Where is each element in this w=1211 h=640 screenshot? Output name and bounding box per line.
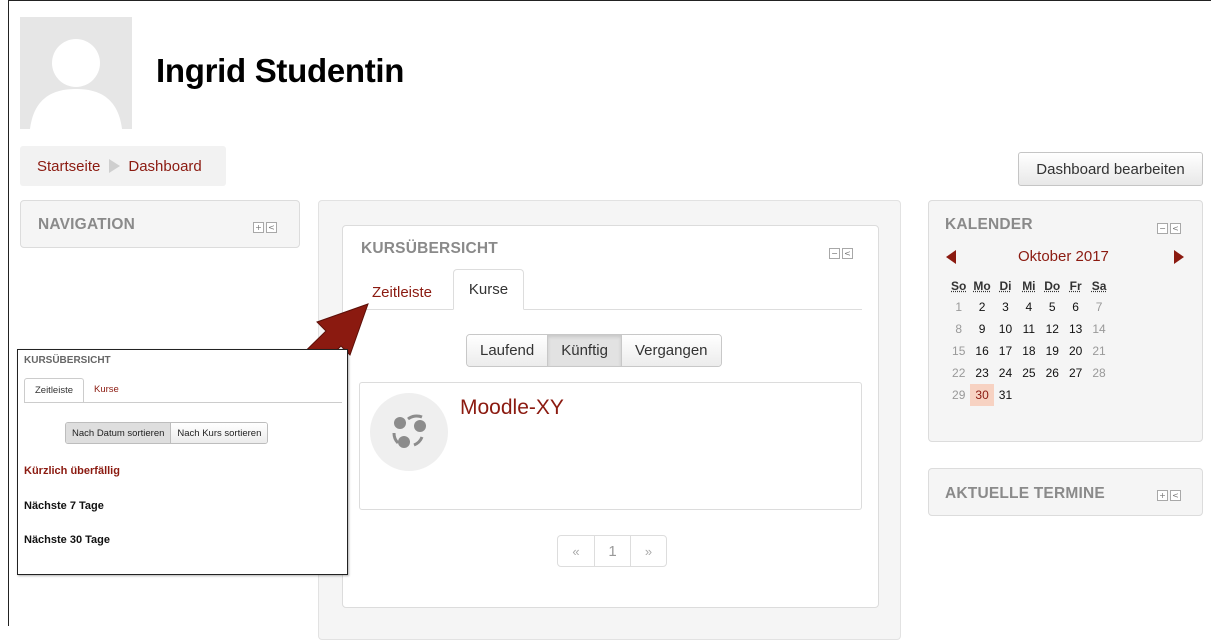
inset-tab-kurse[interactable]: Kurse bbox=[94, 384, 119, 395]
calendar-day bbox=[1017, 384, 1040, 406]
inset-screenshot: KURSÜBERSICHT Zeitleiste Kurse Nach Datu… bbox=[17, 349, 348, 575]
inset-tab-zeitleiste[interactable]: Zeitleiste bbox=[24, 378, 84, 403]
calendar-day[interactable]: 26 bbox=[1041, 362, 1064, 384]
calendar-day[interactable]: 15 bbox=[947, 340, 970, 362]
calendar-day[interactable]: 19 bbox=[1041, 340, 1064, 362]
calendar-today[interactable]: 30 bbox=[970, 384, 994, 406]
calendar-day[interactable]: 20 bbox=[1064, 340, 1087, 362]
weekday-do: Do bbox=[1044, 279, 1061, 293]
tab-kurse[interactable]: Kurse bbox=[453, 269, 524, 310]
calendar-day[interactable]: 9 bbox=[970, 318, 993, 340]
filter-kuenftig-button[interactable]: Künftig bbox=[547, 335, 621, 366]
breadcrumb-dashboard[interactable]: Dashboard bbox=[128, 158, 201, 175]
calendar-day[interactable]: 2 bbox=[970, 296, 993, 318]
calendar-day[interactable]: 14 bbox=[1087, 318, 1110, 340]
course-filter-group: Laufend Künftig Vergangen bbox=[466, 334, 722, 367]
calendar-day[interactable]: 29 bbox=[947, 384, 970, 406]
calendar-prev-month-icon[interactable] bbox=[946, 250, 956, 264]
calendar-day[interactable]: 3 bbox=[994, 296, 1017, 318]
calendar-day[interactable]: 5 bbox=[1041, 296, 1064, 318]
calendar-day[interactable]: 10 bbox=[994, 318, 1017, 340]
minimize-icon[interactable]: − bbox=[829, 248, 840, 259]
calendar-day[interactable]: 25 bbox=[1017, 362, 1040, 384]
weekday-fr: Fr bbox=[1069, 279, 1082, 293]
calendar-day bbox=[1041, 384, 1064, 406]
calendar-day[interactable]: 22 bbox=[947, 362, 970, 384]
inset-overdue-heading[interactable]: Kürzlich überfällig bbox=[24, 465, 120, 477]
calendar-day[interactable]: 24 bbox=[994, 362, 1017, 384]
filter-laufend-button[interactable]: Laufend bbox=[467, 335, 548, 366]
calendar-day bbox=[1087, 384, 1110, 406]
breadcrumb-home[interactable]: Startseite bbox=[37, 158, 100, 175]
sort-by-date-button[interactable]: Nach Datum sortieren bbox=[66, 423, 171, 443]
upcoming-events-title: AKTUELLE TERMINE bbox=[945, 485, 1105, 502]
calendar-day[interactable]: 23 bbox=[970, 362, 993, 384]
course-icon[interactable] bbox=[370, 393, 448, 471]
inset-next-7-days: Nächste 7 Tage bbox=[24, 500, 104, 512]
pagination-prev-button[interactable]: « bbox=[558, 536, 594, 566]
calendar-day[interactable]: 18 bbox=[1017, 340, 1040, 362]
navigation-title: NAVIGATION bbox=[38, 216, 136, 233]
dock-icon[interactable]: + bbox=[1157, 490, 1168, 501]
pagination: « 1 » bbox=[557, 535, 667, 567]
inset-next-30-days: Nächste 30 Tage bbox=[24, 534, 111, 546]
collapse-icon[interactable]: < bbox=[842, 248, 853, 259]
calendar-day[interactable]: 21 bbox=[1087, 340, 1110, 362]
sort-by-course-button[interactable]: Nach Kurs sortieren bbox=[170, 423, 268, 443]
calendar-month[interactable]: Oktober 2017 bbox=[1018, 248, 1109, 265]
upcoming-events-controls: + < bbox=[1157, 490, 1181, 501]
calendar-day[interactable]: 31 bbox=[994, 384, 1017, 406]
calendar-day[interactable]: 7 bbox=[1087, 296, 1110, 318]
inset-tabs-divider bbox=[24, 402, 342, 403]
inset-sort-group: Nach Datum sortieren Nach Kurs sortieren bbox=[65, 422, 269, 444]
course-cluster-icon bbox=[392, 414, 426, 448]
inset-title: KURSÜBERSICHT bbox=[24, 355, 111, 366]
tab-zeitleiste[interactable]: Zeitleiste bbox=[372, 284, 432, 301]
weekday-di: Di bbox=[999, 279, 1012, 293]
calendar-controls: − < bbox=[1157, 223, 1181, 234]
breadcrumb-separator-icon bbox=[109, 159, 121, 173]
course-overview-title: KURSÜBERSICHT bbox=[361, 240, 498, 257]
calendar-grid: So Mo Di Mi Do Fr Sa 1 2 3 4 5 6 7 8 9 1… bbox=[947, 276, 1111, 406]
course-overview-controls: − < bbox=[829, 248, 853, 259]
edit-dashboard-button[interactable]: Dashboard bearbeiten bbox=[1018, 152, 1203, 186]
calendar-day[interactable]: 16 bbox=[970, 340, 993, 362]
calendar-next-month-icon[interactable] bbox=[1174, 250, 1184, 264]
calendar-title: KALENDER bbox=[945, 216, 1033, 233]
collapse-icon[interactable]: < bbox=[1170, 223, 1181, 234]
calendar-day[interactable]: 1 bbox=[947, 296, 970, 318]
block-controls: + < bbox=[253, 222, 277, 233]
user-name: Ingrid Studentin bbox=[156, 52, 405, 89]
calendar-day[interactable]: 17 bbox=[994, 340, 1017, 362]
user-placeholder-icon bbox=[20, 17, 132, 129]
pagination-next-button[interactable]: » bbox=[630, 536, 666, 566]
avatar[interactable] bbox=[20, 17, 132, 129]
calendar-day bbox=[1064, 384, 1087, 406]
calendar-day[interactable]: 27 bbox=[1064, 362, 1087, 384]
upcoming-events-block: AKTUELLE TERMINE + < bbox=[928, 468, 1203, 516]
calendar-day[interactable]: 11 bbox=[1017, 318, 1040, 340]
calendar-day[interactable]: 12 bbox=[1041, 318, 1064, 340]
dock-icon[interactable]: + bbox=[253, 222, 264, 233]
collapse-icon[interactable]: < bbox=[1170, 490, 1181, 501]
calendar-day[interactable]: 8 bbox=[947, 318, 970, 340]
course-name-link[interactable]: Moodle-XY bbox=[460, 396, 564, 420]
filter-vergangen-button[interactable]: Vergangen bbox=[620, 335, 721, 366]
calendar-day[interactable]: 6 bbox=[1064, 296, 1087, 318]
collapse-icon[interactable]: < bbox=[266, 222, 277, 233]
minimize-icon[interactable]: − bbox=[1157, 223, 1168, 234]
breadcrumb: Startseite Dashboard bbox=[20, 146, 226, 186]
weekday-so: So bbox=[951, 279, 967, 293]
calendar-day[interactable]: 13 bbox=[1064, 318, 1087, 340]
weekday-mi: Mi bbox=[1022, 279, 1036, 293]
calendar-day[interactable]: 4 bbox=[1017, 296, 1040, 318]
tabs-divider bbox=[360, 309, 862, 310]
weekday-mo: Mo bbox=[973, 279, 991, 293]
weekday-sa: Sa bbox=[1091, 279, 1107, 293]
navigation-block: NAVIGATION + < bbox=[20, 200, 300, 248]
calendar-day[interactable]: 28 bbox=[1087, 362, 1110, 384]
pagination-page-1[interactable]: 1 bbox=[594, 536, 630, 566]
